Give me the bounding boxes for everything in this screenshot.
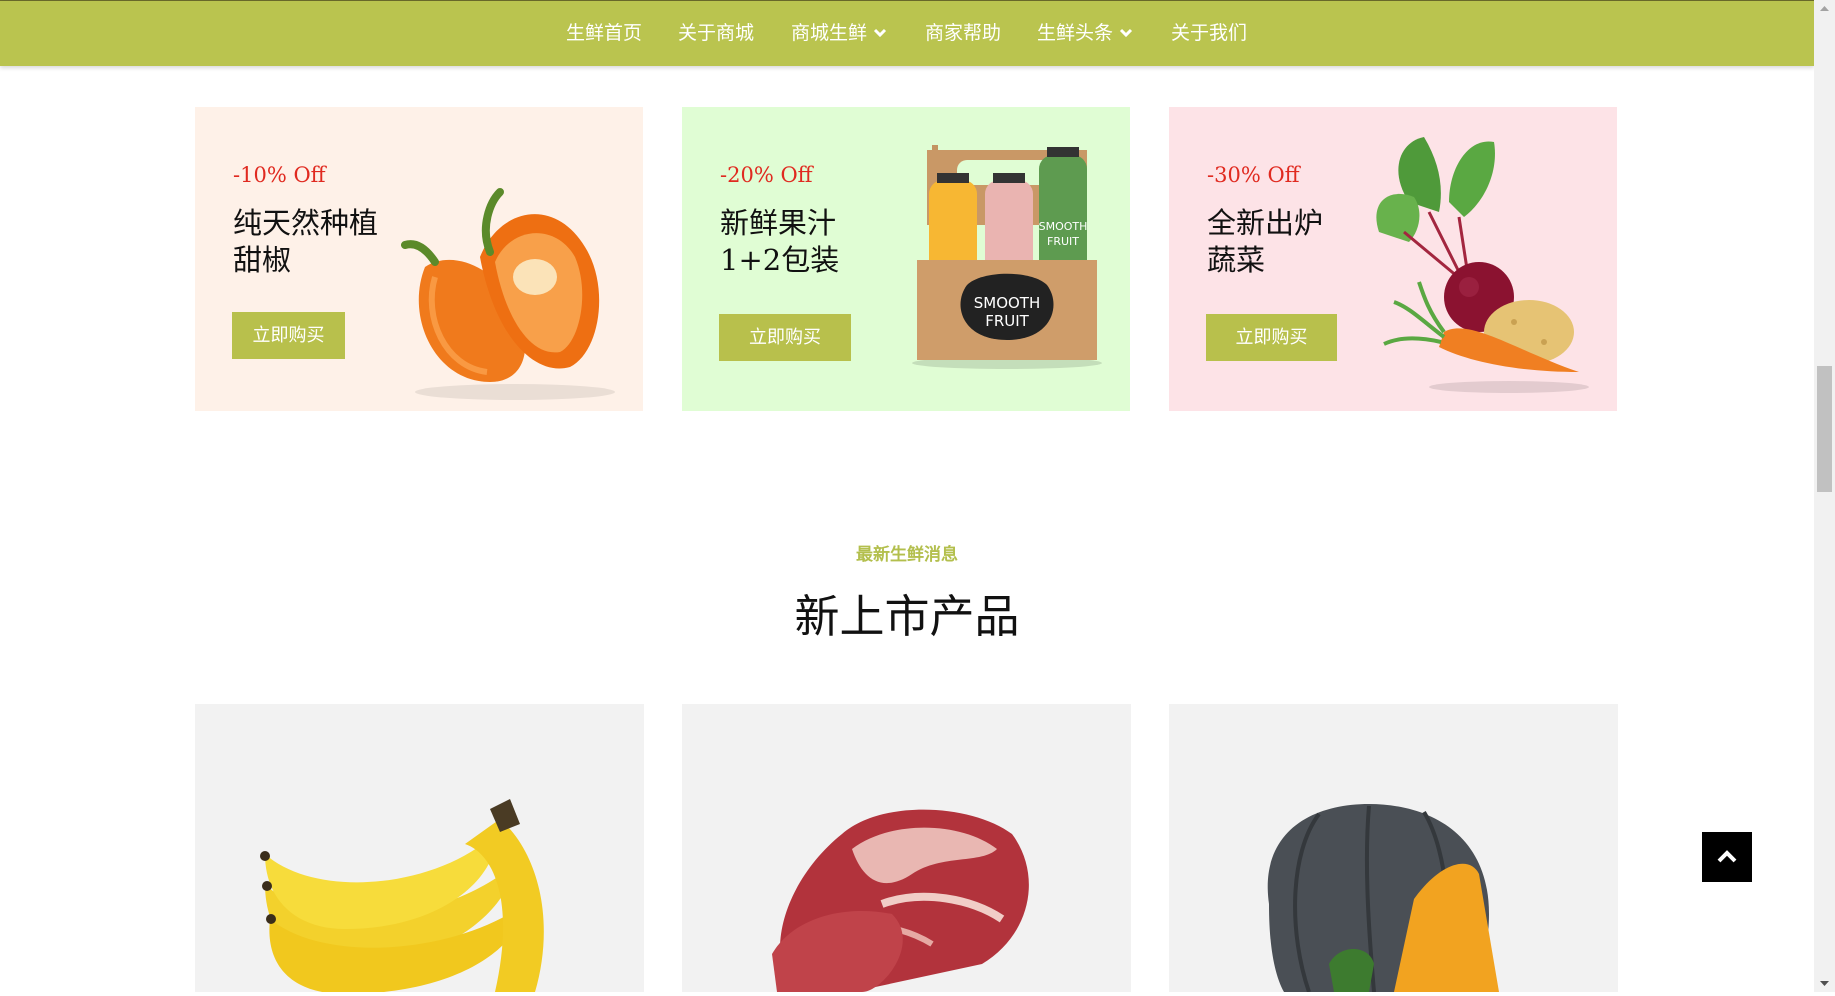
- banner-title-line: 纯天然种植: [233, 206, 379, 240]
- section-subtitle: 最新生鲜消息: [856, 545, 958, 565]
- banner-title: 纯天然种植 甜椒: [233, 205, 378, 279]
- nav-item-fresh-news[interactable]: 生鲜头条: [1037, 1, 1133, 66]
- banner-title-line: 蔬菜: [1207, 243, 1266, 277]
- chevron-up-icon: [1717, 850, 1737, 863]
- box-logo-text: FRUIT: [985, 312, 1029, 330]
- scroll-down-arrow-icon[interactable]: [1814, 975, 1835, 992]
- nav-label: 生鲜首页: [566, 22, 643, 44]
- scrollbar-thumb[interactable]: [1817, 366, 1832, 492]
- bell-pepper-image: [401, 188, 615, 400]
- nav-item-merchant-help[interactable]: 商家帮助: [925, 1, 1001, 66]
- banner-title-line: 甜椒: [233, 243, 292, 277]
- nav-item-mall-fresh[interactable]: 商城生鲜: [791, 1, 887, 66]
- promo-banner-vegetables: -30% Off 全新出炉 蔬菜 立即购买: [1169, 107, 1617, 411]
- nav-label: 商家帮助: [925, 22, 1002, 44]
- promo-banner-juice: -20% Off 新鲜果汁 1+2包装 立即购买 SMOOTH FRUIT SMO…: [682, 107, 1130, 411]
- nav-item-about-mall[interactable]: 关于商城: [678, 1, 754, 66]
- beef-steak-image: [772, 809, 1029, 992]
- nav-item-about-us[interactable]: 关于我们: [1171, 1, 1247, 66]
- nav-label: 关于商城: [678, 22, 755, 44]
- banner-title-line: 1+2包装: [720, 243, 840, 277]
- scroll-up-arrow-icon[interactable]: [1814, 0, 1835, 17]
- nav-label: 商城生鲜: [791, 22, 868, 44]
- discount-label: -10% Off: [233, 163, 326, 187]
- discount-label: -30% Off: [1207, 163, 1300, 187]
- nav-label: 生鲜头条: [1037, 22, 1114, 44]
- nav-label: 关于我们: [1171, 22, 1248, 44]
- banner-title-line: 全新出炉: [1207, 206, 1324, 240]
- banner-title: 全新出炉 蔬菜: [1207, 205, 1323, 279]
- product-card-pumpkin[interactable]: [1169, 704, 1618, 992]
- promo-banner-pepper: -10% Off 纯天然种植 甜椒 立即购买: [195, 107, 643, 411]
- main-navbar: 生鲜首页 关于商城 商城生鲜 商家帮助 生鲜头条 关于我们: [0, 1, 1814, 66]
- nav-item-home[interactable]: 生鲜首页: [566, 1, 642, 66]
- discount-label: -20% Off: [720, 163, 813, 187]
- product-card-banana[interactable]: [195, 704, 644, 992]
- box-logo-text: SMOOTH: [974, 294, 1041, 312]
- bottle-label: FRUIT: [1047, 235, 1079, 248]
- banana-image: [260, 799, 544, 992]
- buy-now-button[interactable]: 立即购买: [1206, 314, 1337, 361]
- bottle-label: SMOOTH: [1039, 220, 1088, 233]
- banner-title-line: 新鲜果汁: [720, 206, 837, 240]
- back-to-top-button[interactable]: [1702, 832, 1752, 882]
- section-heading: 新上市产品: [794, 590, 1020, 643]
- buy-now-button[interactable]: 立即购买: [719, 314, 851, 361]
- chevron-down-icon: [1119, 0, 1133, 65]
- vertical-scrollbar[interactable]: [1814, 0, 1835, 992]
- vegetables-image: [1376, 137, 1589, 393]
- product-card-beef[interactable]: [682, 704, 1131, 992]
- buy-now-button[interactable]: 立即购买: [232, 312, 345, 359]
- chevron-down-icon: [873, 0, 887, 65]
- juice-box-image: SMOOTH FRUIT SMOOTH FRUIT: [912, 145, 1102, 369]
- pumpkin-image: [1267, 804, 1499, 992]
- banner-title: 新鲜果汁 1+2包装: [720, 205, 839, 279]
